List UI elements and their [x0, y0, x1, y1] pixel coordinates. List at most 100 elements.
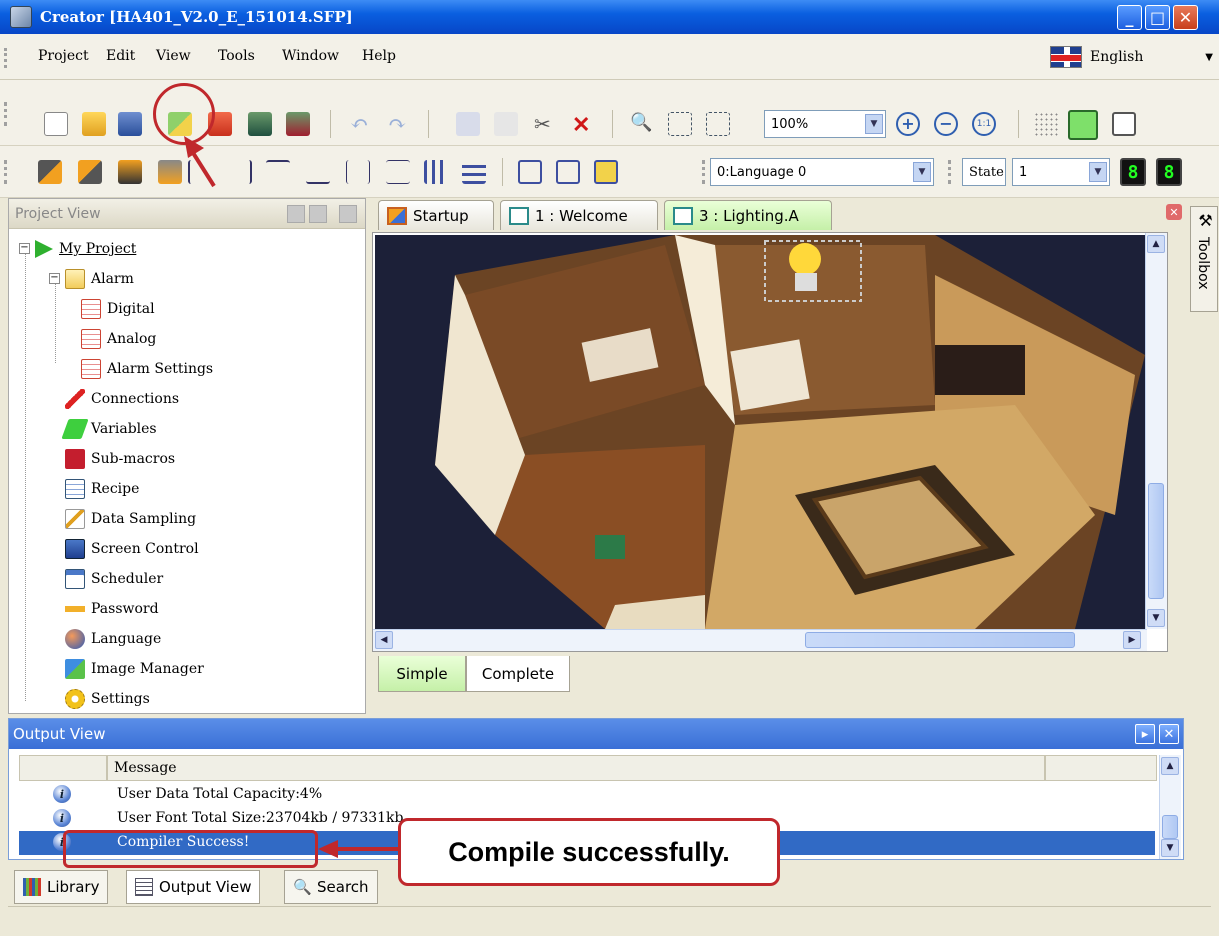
- tab-output-view[interactable]: Output View: [126, 870, 261, 904]
- redo-icon[interactable]: ↷: [388, 112, 412, 137]
- tree-root-my-project[interactable]: My Project: [35, 235, 136, 263]
- scroll-up-icon[interactable]: ▲: [1147, 235, 1165, 253]
- scroll-up-icon[interactable]: ▲: [1161, 757, 1179, 775]
- open-folder-icon[interactable]: [82, 112, 106, 136]
- align-top-icon[interactable]: [266, 160, 290, 184]
- tree-item-sub-macros[interactable]: Sub-macros: [65, 445, 175, 473]
- tree-item-digital[interactable]: Digital: [81, 295, 155, 323]
- extra-column-header[interactable]: [1045, 755, 1157, 781]
- tab-complete[interactable]: Complete: [466, 656, 570, 692]
- collapse-icon[interactable]: −: [19, 243, 30, 254]
- find-icon[interactable]: 🔍: [630, 112, 654, 136]
- tree-item-screen-control[interactable]: Screen Control: [65, 535, 199, 563]
- same-height-icon[interactable]: [556, 160, 580, 184]
- tree-item-alarm[interactable]: Alarm: [65, 265, 134, 293]
- language-combo[interactable]: 0:Language 0 ▼: [710, 158, 934, 186]
- undo-icon[interactable]: ↶: [350, 112, 374, 137]
- connections-icon: [65, 389, 85, 409]
- tree-item-data-sampling[interactable]: Data Sampling: [65, 505, 196, 533]
- tree-item-image-manager[interactable]: Image Manager: [65, 655, 204, 683]
- distribute-horizontal-icon[interactable]: [424, 160, 448, 184]
- align-center-icon[interactable]: [346, 160, 370, 184]
- menu-project[interactable]: Project: [38, 48, 89, 64]
- scroll-down-icon[interactable]: ▼: [1161, 839, 1179, 857]
- menu-edit[interactable]: Edit: [106, 48, 135, 64]
- maximize-button[interactable]: □: [1145, 5, 1170, 30]
- send-back-icon[interactable]: [78, 160, 102, 184]
- stop-simulate-icon[interactable]: [286, 112, 310, 136]
- tab-library[interactable]: Library: [14, 870, 109, 904]
- vertical-scrollbar[interactable]: ▲ ▼: [1145, 233, 1167, 629]
- tree-item-recipe[interactable]: Recipe: [65, 475, 139, 503]
- close-icon[interactable]: [339, 205, 357, 223]
- pin-icon[interactable]: [309, 205, 327, 223]
- tree-item-connections[interactable]: Connections: [65, 385, 179, 413]
- menu-help[interactable]: Help: [362, 48, 396, 64]
- delete-icon[interactable]: ✕: [572, 112, 596, 138]
- close-icon[interactable]: ✕: [1159, 724, 1179, 744]
- tab-lighting[interactable]: 3 : Lighting.A: [664, 200, 832, 230]
- tree-item-password[interactable]: Password: [65, 595, 159, 623]
- paste-icon[interactable]: [494, 112, 518, 136]
- tab-simple[interactable]: Simple: [378, 656, 466, 692]
- tree-item-analog[interactable]: Analog: [81, 325, 156, 353]
- toolbox-tab[interactable]: ⚒ Toolbox: [1190, 206, 1218, 312]
- tab-startup[interactable]: Startup: [378, 200, 494, 230]
- menu-tools[interactable]: Tools: [218, 48, 255, 64]
- tree-item-alarm-settings[interactable]: Alarm Settings: [81, 355, 213, 383]
- zoom-actual-icon[interactable]: 1:1: [972, 112, 996, 136]
- scroll-right-icon[interactable]: ▶: [1123, 631, 1141, 649]
- same-width-icon[interactable]: [518, 160, 542, 184]
- new-file-icon[interactable]: [44, 112, 68, 136]
- design-canvas[interactable]: [375, 235, 1145, 629]
- seven-segment-icon[interactable]: 8: [1120, 158, 1146, 186]
- horizontal-scrollbar[interactable]: ◀ ▶: [373, 629, 1147, 651]
- distribute-vertical-icon[interactable]: [462, 160, 486, 184]
- output-row[interactable]: i User Data Total Capacity:4%: [19, 783, 1155, 807]
- tree-item-variables[interactable]: Variables: [61, 415, 157, 443]
- output-scrollbar[interactable]: ▲ ▼: [1159, 755, 1181, 859]
- same-size-icon[interactable]: [594, 160, 618, 184]
- minimize-button[interactable]: _: [1117, 5, 1142, 30]
- language-select[interactable]: English ▼: [1050, 42, 1219, 72]
- scroll-left-icon[interactable]: ◀: [375, 631, 393, 649]
- align-bottom-icon[interactable]: [306, 160, 330, 184]
- tab-welcome[interactable]: 1 : Welcome: [500, 200, 658, 230]
- zoom-out-icon[interactable]: −: [934, 112, 958, 136]
- icon-column-header[interactable]: [19, 755, 107, 781]
- save-icon[interactable]: [118, 112, 142, 136]
- align-middle-icon[interactable]: [386, 160, 410, 184]
- tree-label: Data Sampling: [91, 511, 197, 527]
- restore-icon[interactable]: [287, 205, 305, 223]
- select-fit-icon[interactable]: [706, 112, 730, 136]
- zoom-in-icon[interactable]: +: [896, 112, 920, 136]
- scroll-down-icon[interactable]: ▼: [1147, 609, 1165, 627]
- page-icon[interactable]: [1112, 112, 1136, 136]
- scroll-thumb[interactable]: [805, 632, 1075, 648]
- snap-icon[interactable]: [1068, 110, 1098, 140]
- tree-item-scheduler[interactable]: Scheduler: [65, 565, 163, 593]
- seven-segment-icon[interactable]: 8: [1156, 158, 1182, 186]
- grid-icon[interactable]: [1034, 112, 1058, 136]
- tree-label: Connections: [91, 391, 180, 407]
- message-column-header[interactable]: Message: [107, 755, 1045, 781]
- close-button[interactable]: ✕: [1173, 5, 1198, 30]
- close-tab-icon[interactable]: ✕: [1166, 204, 1182, 220]
- scroll-thumb[interactable]: [1148, 483, 1164, 599]
- cut-icon[interactable]: ✂: [534, 112, 558, 136]
- bring-front-icon[interactable]: [38, 160, 62, 184]
- collapse-icon[interactable]: −: [49, 273, 60, 284]
- menu-window[interactable]: Window: [282, 48, 339, 64]
- menu-view[interactable]: View: [156, 48, 191, 64]
- simulate-icon[interactable]: [248, 112, 272, 136]
- pin-icon[interactable]: ▸: [1135, 724, 1155, 744]
- scroll-thumb[interactable]: [1162, 815, 1178, 839]
- tree-item-language[interactable]: Language: [65, 625, 161, 653]
- bring-forward-icon[interactable]: [118, 160, 142, 184]
- copy-icon[interactable]: [456, 112, 480, 136]
- tree-item-settings[interactable]: Settings: [65, 685, 150, 713]
- select-area-icon[interactable]: [668, 112, 692, 136]
- state-combo[interactable]: 1 ▼: [1012, 158, 1110, 186]
- tab-search[interactable]: 🔍 Search: [284, 870, 378, 904]
- zoom-combo[interactable]: 100% ▼: [764, 110, 886, 138]
